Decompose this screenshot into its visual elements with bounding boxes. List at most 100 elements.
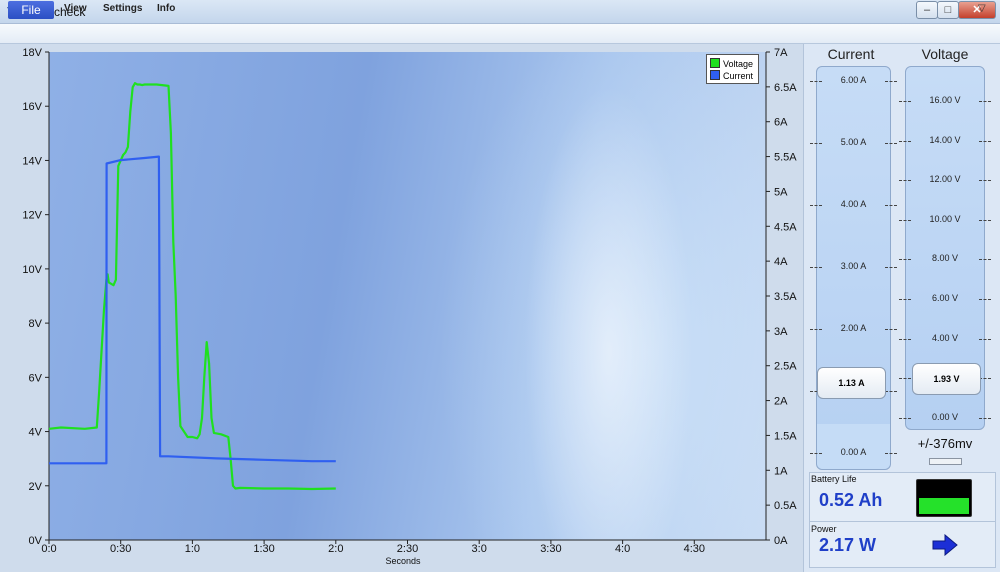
voltage-gauge-tick-label: 14.00 V xyxy=(929,134,961,145)
x-tick-label: 2:0 xyxy=(328,543,343,555)
current-gauge-tick-mark-right xyxy=(885,453,897,454)
voltage-gauge-tick-label: 6.00 V xyxy=(931,293,959,303)
menu-view[interactable]: View xyxy=(64,3,87,14)
voltage-tolerance: +/-376mv xyxy=(917,436,973,451)
current-gauge-tick-mark-right xyxy=(885,267,897,268)
minimize-button[interactable]: – xyxy=(916,1,938,19)
y-right-tick-label: 5A xyxy=(774,186,788,198)
y-left-tick-label: 16V xyxy=(22,101,42,113)
voltage-gauge-tick-mark-left xyxy=(899,180,911,182)
x-axis-title: Seconds xyxy=(385,556,421,566)
menu-file[interactable]: File xyxy=(8,1,54,19)
voltage-gauge-tick-label: 8.00 V xyxy=(931,253,959,264)
y-right-tick-label: 4.5A xyxy=(774,221,797,233)
y-right-tick-label: 3A xyxy=(774,326,788,338)
menu-settings[interactable]: Settings xyxy=(103,3,142,14)
voltage-title: Voltage xyxy=(921,46,969,62)
legend-item-voltage: Voltage xyxy=(710,58,753,69)
current-gauge-tick-mark-right xyxy=(885,81,897,82)
voltage-gauge-tick-mark-right xyxy=(979,417,991,419)
y-right-tick-label: 3.5A xyxy=(774,291,797,303)
x-tick-label: 0:0 xyxy=(41,543,56,555)
x-tick-label: 4:0 xyxy=(615,543,630,555)
current-gauge-tick-mark-left xyxy=(810,81,822,82)
voltage-gauge-tick-label: 4.00 V xyxy=(931,332,959,343)
voltage-gauge-tick-label: 12.00 V xyxy=(929,174,961,185)
voltage-gauge-tick-mark-right xyxy=(979,259,991,261)
x-tick-label: 2:30 xyxy=(397,543,418,555)
voltage-gauge-tick-mark-right xyxy=(979,140,991,142)
y-left-tick-label: 14V xyxy=(22,155,42,167)
y-left-tick-label: 8V xyxy=(29,318,43,330)
voltage-gauge-tick-mark-left xyxy=(899,378,911,380)
close-button[interactable]: ✕ xyxy=(958,1,996,19)
y-left-tick-label: 6V xyxy=(29,372,43,384)
voltage-gauge-tick-label: 0.00 V xyxy=(931,411,959,422)
voltage-gauge-tick-mark-right xyxy=(979,219,991,221)
y-right-tick-label: 6.5A xyxy=(774,82,797,94)
voltage-gauge-tick-mark-left xyxy=(899,299,911,300)
title-bar xyxy=(0,0,1000,24)
current-gauge-tick-mark-right xyxy=(885,391,897,392)
y-left-tick-label: 2V xyxy=(29,481,43,493)
voltage-gauge-tick-label: 16.00 V xyxy=(929,95,961,105)
x-tick-label: 4:30 xyxy=(684,543,705,555)
current-gauge-tick-mark-left xyxy=(810,453,822,454)
current-gauge-tick-label: 0.00 A xyxy=(840,447,867,457)
y-right-tick-label: 1.5A xyxy=(774,430,797,442)
legend-swatch-voltage xyxy=(710,58,720,68)
legend-swatch-current xyxy=(710,70,720,80)
battery-life-value: 0.52 Ah xyxy=(819,490,883,510)
current-value-knob[interactable]: 1.13 A xyxy=(817,367,886,399)
current-gauge-tick-mark-left xyxy=(810,267,822,268)
y-left-tick-label: 4V xyxy=(29,427,43,439)
y-right-tick-label: 6A xyxy=(774,117,788,129)
menu-info[interactable]: Info xyxy=(157,3,175,14)
current-gauge-tick-label: 2.00 A xyxy=(840,323,867,333)
arrow-right-icon[interactable] xyxy=(932,534,958,556)
maximize-button[interactable]: □ xyxy=(937,1,959,19)
chevron-down-icon[interactable]: ▽ xyxy=(978,3,986,14)
y-right-tick-label: 2.5A xyxy=(774,361,797,373)
voltage-gauge-tick-mark-right xyxy=(979,299,991,300)
y-right-tick-label: 2A xyxy=(774,396,788,408)
y-left-tick-label: 10V xyxy=(22,264,42,276)
voltage-gauge-tick-mark-left xyxy=(899,338,911,340)
current-gauge-tick-mark-right xyxy=(885,143,897,144)
y-right-tick-label: 0A xyxy=(774,535,788,547)
current-gauge-tick-label: 5.00 A xyxy=(840,137,867,147)
voltage-gauge-tick-mark-left xyxy=(899,140,911,142)
current-gauge-tick-label: 6.00 A xyxy=(840,75,867,85)
legend-label-voltage: Voltage xyxy=(723,59,754,69)
y-right-tick-label: 5.5A xyxy=(774,152,797,164)
tolerance-slider[interactable] xyxy=(929,458,962,465)
power-label: Power xyxy=(811,524,837,534)
x-tick-label: 3:30 xyxy=(540,543,561,555)
y-right-tick-label: 0.5A xyxy=(774,500,797,512)
voltage-gauge-tick-mark-left xyxy=(899,259,911,261)
voltage-gauge-tick-mark-right xyxy=(979,180,991,182)
legend-label-current: Current xyxy=(723,71,754,81)
current-gauge-tick-mark-left xyxy=(810,205,822,206)
x-tick-label: 0:30 xyxy=(110,543,131,555)
voltage-gauge-tick-mark-right xyxy=(979,101,991,102)
voltage-gauge-tick-label: 10.00 V xyxy=(929,213,961,224)
battery-level-fill xyxy=(919,498,969,514)
y-right-tick-label: 4A xyxy=(774,256,788,268)
current-gauge-tick-mark-left xyxy=(810,329,822,330)
current-gauge-tick-mark-right xyxy=(885,329,897,330)
voltage-value-knob[interactable]: 1.93 V xyxy=(912,363,981,395)
y-left-tick-label: 12V xyxy=(22,210,42,222)
battery-life-label: Battery Life xyxy=(811,474,857,484)
voltage-gauge-tick-mark-left xyxy=(899,219,911,221)
current-gauge-tick-mark-right xyxy=(885,205,897,206)
voltage-gauge-tick-mark-right xyxy=(979,338,991,340)
chart-legend: Voltage Current xyxy=(706,54,759,84)
voltage-gauge-tick-mark-left xyxy=(899,417,911,419)
line-chart: 0V2V4V6V8V10V12V14V16V18V 0A0.5A1A1.5A2A… xyxy=(22,47,797,566)
menu-bar xyxy=(0,24,1000,44)
legend-item-current: Current xyxy=(710,70,753,81)
series-line-current xyxy=(49,155,336,465)
current-title: Current xyxy=(827,46,875,62)
current-gauge-tick-label: 3.00 A xyxy=(840,261,867,271)
